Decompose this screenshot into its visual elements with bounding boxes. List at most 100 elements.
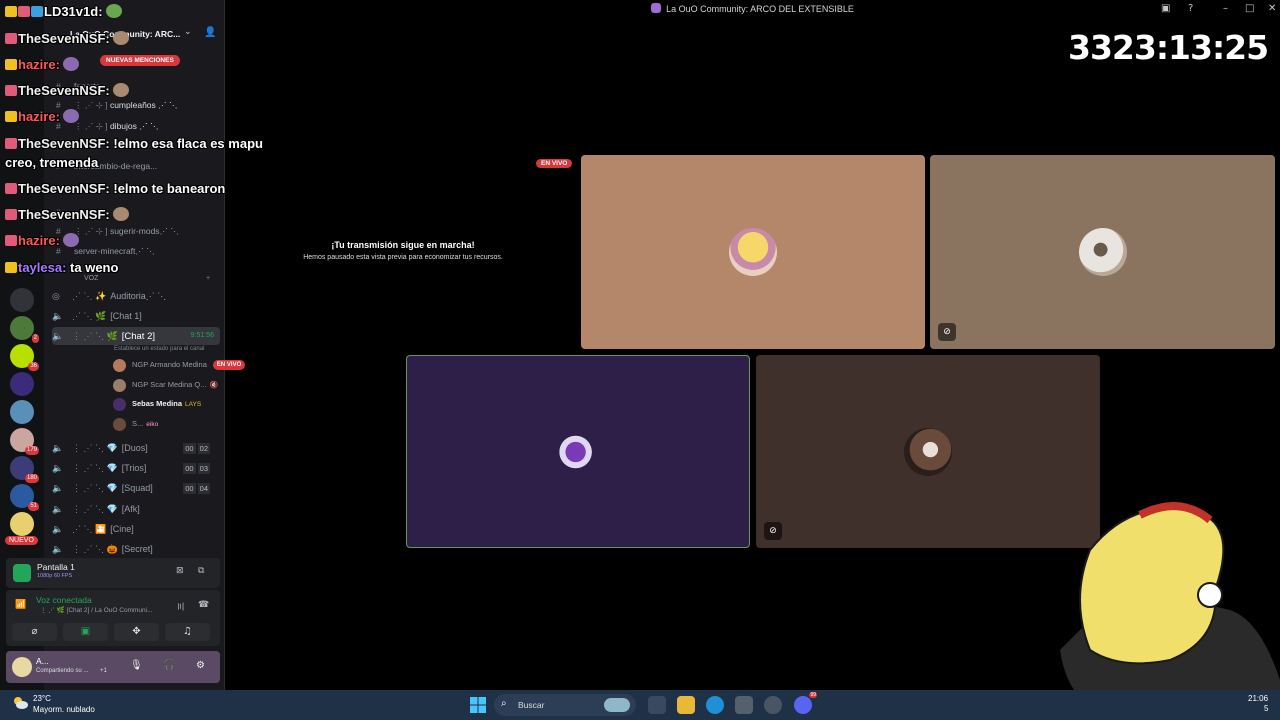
voice-channel[interactable]: ◎ ⋰ ⋱ ✨ Auditoria⋰ ⋱ (52, 287, 220, 305)
live-badge: EN VIVO (536, 159, 573, 168)
disconnect-icon[interactable]: ☎ (198, 600, 209, 610)
server-icon[interactable]: 51 (10, 484, 39, 511)
weather-desc[interactable]: Mayorm. nublado (33, 705, 95, 714)
deafened-icon: ⊘ (938, 323, 956, 341)
live-badge: EN VIVO (212, 360, 246, 371)
badge-icon (5, 138, 17, 149)
server-icon[interactable]: 36 (10, 344, 39, 371)
add-member-icon[interactable]: 👤 (204, 27, 216, 38)
voice-channel[interactable]: 🔈 ⋮ ⋰ ⋱ 💎 [Afk] (52, 500, 220, 518)
voice-user[interactable]: S... eiko (113, 416, 158, 432)
avatar (113, 417, 126, 431)
badge-icon (18, 6, 30, 17)
clock-date[interactable]: 5 (1264, 704, 1268, 713)
app-icon[interactable] (764, 696, 782, 714)
taskbar-search[interactable]: ⌕ Buscar (494, 694, 636, 716)
emote-icon (62, 233, 79, 247)
avatar (554, 427, 602, 476)
server-tag: eiko (146, 421, 159, 428)
server-icon[interactable] (10, 372, 34, 396)
voice-user[interactable]: NGP Scar Medina Q... 🔇 (113, 377, 218, 393)
app-icon[interactable] (735, 696, 753, 714)
speaker-icon: 🔈 (52, 443, 64, 453)
microphone-icon[interactable]: 🎙 (130, 660, 143, 671)
mentions-banner[interactable]: NUEVAS MENCIONES (100, 55, 180, 66)
server-icon[interactable]: 179 (10, 428, 39, 455)
task-view-icon[interactable] (648, 696, 666, 714)
mute-icon: 🔇 (209, 382, 219, 389)
maximize-icon[interactable]: □ (1245, 3, 1254, 15)
channel-status-hint[interactable]: Establece un estado para el canal (114, 346, 204, 352)
close-icon[interactable]: ✕ (1268, 3, 1276, 15)
user-limit: 00 03 (183, 463, 210, 474)
speaker-icon: 🔈 (52, 524, 64, 534)
badge-icon (5, 85, 17, 96)
voice-connected-panel: 📶 Voz conectada ⋮ ⋰ 🌿 [Chat 2] / La OuO … (6, 590, 220, 646)
edge-icon[interactable] (706, 696, 724, 714)
camera-off-button[interactable]: ⌀ (12, 623, 57, 641)
add-channel-icon[interactable]: + (206, 271, 210, 287)
voice-status[interactable]: Voz conectada (36, 595, 92, 605)
emote-icon (105, 4, 122, 18)
chat-message: hazire: (5, 108, 79, 126)
chat-header: LD31v1d: (5, 3, 122, 21)
speaker-icon: 🔈 (52, 463, 64, 473)
badge-icon (5, 183, 17, 194)
window-title: La OuO Community: ARCO DEL EXTENSIBLE (225, 3, 1280, 14)
channel-item[interactable]: # ⋮ ⋰ ⊹ ] sugerir-mods⋰ ⋱ (56, 223, 218, 239)
headphones-icon[interactable]: 🎧 (163, 660, 175, 671)
stop-share-icon[interactable]: ⊠ (176, 566, 184, 576)
avatar[interactable] (12, 657, 32, 677)
weather-temp[interactable]: 23°C (33, 694, 51, 703)
voice-channel[interactable]: 🔈 ⋰ ⋱ 🎦 [Cine] (52, 520, 220, 538)
mascot-headphone (1197, 582, 1223, 608)
server-discover-icon[interactable] (10, 288, 34, 312)
emote-icon (62, 57, 79, 71)
discord-icon[interactable]: 99 (794, 692, 817, 714)
chevron-down-icon[interactable]: ⌄ (184, 27, 192, 37)
voice-location[interactable]: ⋮ ⋰ 🌿 [Chat 2] / La OuO Communi... (40, 606, 153, 614)
inbox-icon[interactable]: ▣ (1161, 3, 1170, 15)
search-icon: ⌕ (501, 698, 507, 709)
voice-user[interactable]: NGP Armando Medina EN VIVO (113, 357, 246, 373)
screen-share-icon (13, 564, 31, 582)
server-icon[interactable]: 180 (10, 456, 39, 483)
user-limit: 00 04 (183, 483, 210, 494)
channel-item[interactable]: # ⋮ ⋰ ⊹ ] dibujos ⋰ ⋱ (56, 118, 218, 134)
discord-logo-icon (651, 3, 662, 13)
voice-channel[interactable]: 🔈 ⋮ ⋰ ⋱ 💎 [Trios] 00 03 (52, 459, 220, 477)
avatar (729, 228, 777, 276)
screen-share-button[interactable]: ▣ (63, 623, 108, 641)
channel-item[interactable]: # server-minecraft⋰ ⋱ (56, 243, 218, 259)
activities-button[interactable]: ✥ (114, 623, 159, 641)
file-explorer-icon[interactable] (677, 696, 695, 714)
voice-user[interactable]: Sebas Medina LAYS (113, 396, 201, 412)
voice-channel[interactable]: 🔈 ⋮ ⋰ ⋱ 💎 [Duos] 00 02 (52, 439, 220, 457)
help-icon[interactable]: ? (1188, 3, 1193, 15)
minimize-icon[interactable]: – (1223, 3, 1228, 15)
chat-message: TheSevenNSF: !elmo esa flaca es mapu (5, 135, 263, 153)
voice-channel[interactable]: 🔈 ⋮ ⋰ ⋱ 💎 [Squad] 00 04 (52, 479, 220, 497)
crown-badge-icon (5, 59, 17, 70)
voice-channel[interactable]: 🔈 ⋮ ⋰ ⋱ 🎃 [Secret] (52, 540, 220, 558)
user-name[interactable]: A... (36, 656, 49, 666)
avatar (904, 427, 952, 476)
voice-channel[interactable]: 🔈 ⋰ ⋱ 🌿 [Chat 1] (52, 307, 220, 325)
clock-time[interactable]: 21:06 (1248, 694, 1268, 703)
server-icon[interactable] (10, 400, 34, 424)
video-tile[interactable]: ⊘ (930, 155, 1275, 349)
video-tile[interactable] (581, 155, 925, 349)
settings-gear-icon[interactable]: ⚙ (196, 660, 205, 671)
weather-cloud-icon[interactable] (12, 696, 28, 710)
noise-suppression-icon[interactable]: 〣 (176, 600, 185, 613)
chat-message: TheSevenNSF: (5, 82, 129, 100)
server-icon[interactable]: 2 (10, 316, 39, 343)
windows-start-icon[interactable] (470, 697, 486, 713)
popout-icon[interactable]: ⧉ (198, 566, 204, 576)
video-tile-speaking[interactable] (406, 355, 750, 548)
user-panel: A... Compartiendo su ... +1 🎙 🎧 ⚙ (6, 651, 220, 683)
server-icon[interactable] (10, 512, 34, 536)
signal-icon[interactable]: 📶 (15, 600, 26, 610)
soundboard-button[interactable]: ♫ (165, 623, 210, 641)
voice-channel-active[interactable]: 🔈 ⋮ ⋰ ⋱ 🌿 [Chat 2] 9:51:56 (52, 327, 220, 345)
